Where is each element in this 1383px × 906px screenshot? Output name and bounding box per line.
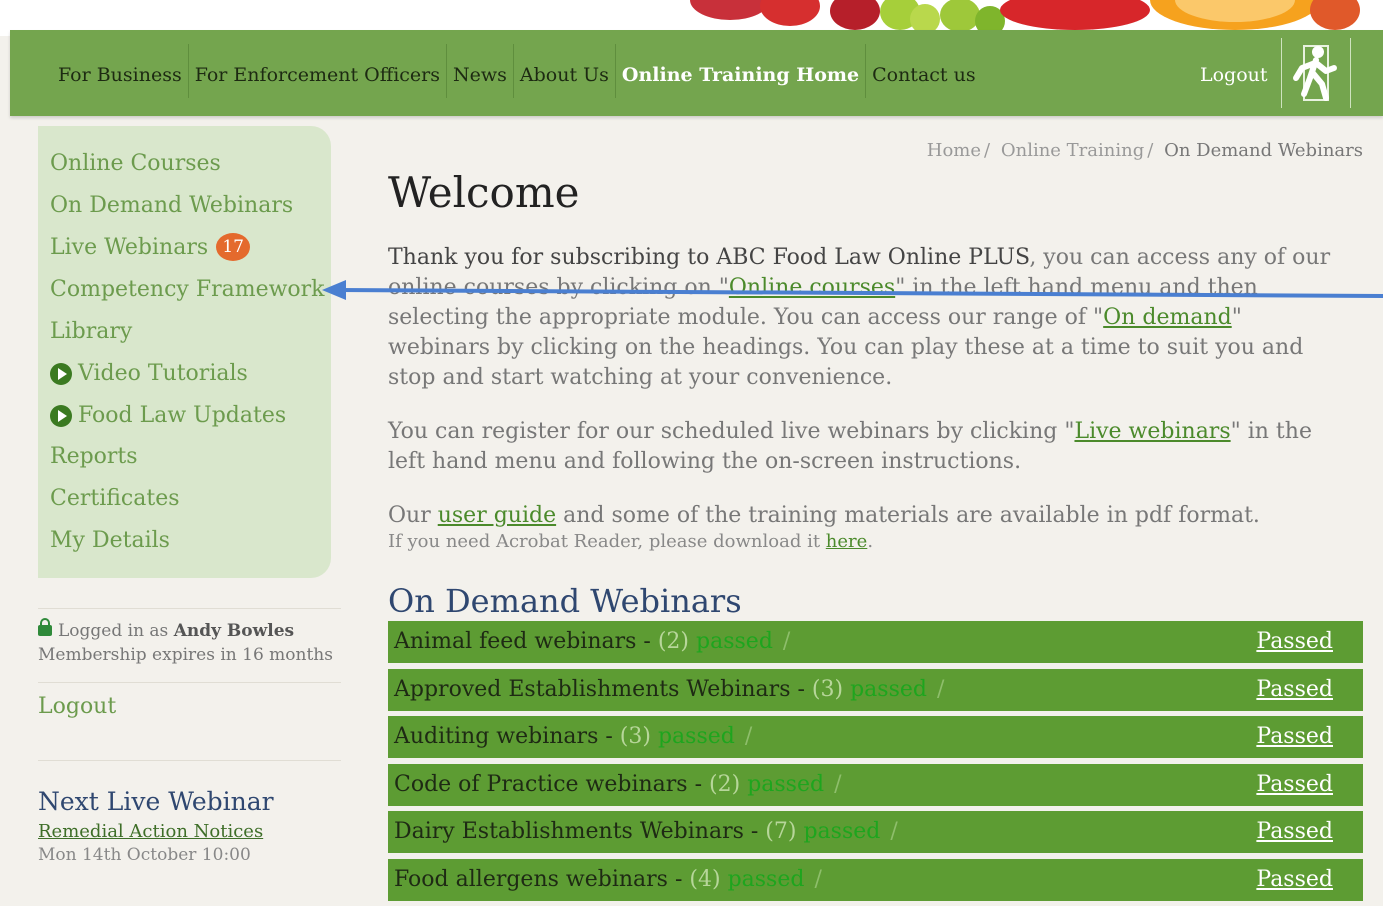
breadcrumb-online-training[interactable]: Online Training: [1001, 140, 1144, 161]
annotation-arrow: [322, 280, 1383, 300]
webinar-row[interactable]: Auditing webinars - (3) passed / Passed: [388, 716, 1363, 758]
sidebar-item-competency-framework[interactable]: Competency Framework: [50, 277, 325, 302]
webinar-name: Dairy Establishments Webinars: [394, 819, 744, 844]
membership-expiry: Membership expires in 16 months: [38, 645, 333, 665]
on-demand-webinars-heading: On Demand Webinars: [388, 582, 742, 620]
intro-paragraph: Thank you for subscribing to ABC Food La…: [388, 243, 1338, 393]
intro-bold: Thank you for subscribing to ABC Food La…: [388, 245, 1030, 270]
webinar-count: (2): [657, 629, 690, 654]
webinar-passed: passed: [727, 866, 805, 892]
acrobat-download-link[interactable]: here: [826, 531, 868, 552]
divider: [38, 682, 341, 683]
divider: [38, 608, 341, 609]
nav-for-enforcement-officers[interactable]: For Enforcement Officers: [189, 44, 448, 98]
sidebar-item-library[interactable]: Library: [50, 319, 132, 344]
sidebar-item-food-law-updates[interactable]: Food Law Updates: [50, 403, 286, 428]
paragraph-text: and some of the training materials are a…: [556, 503, 1260, 528]
sidebar-item-my-details[interactable]: My Details: [50, 528, 170, 553]
webinar-count: (2): [709, 771, 741, 797]
webinar-row[interactable]: Dairy Establishments Webinars - (7) pass…: [388, 811, 1363, 853]
webinar-name: Auditing webinars: [394, 724, 599, 749]
sidebar-item-video-tutorials[interactable]: Video Tutorials: [50, 361, 248, 386]
sidebar-item-label: Online Courses: [50, 151, 221, 176]
logged-in-user: Andy Bowles: [173, 621, 295, 641]
divider: [38, 760, 341, 761]
webinar-passed: passed: [696, 629, 773, 654]
webinar-status-link[interactable]: Passed: [1256, 621, 1333, 663]
login-info: Logged in as Andy Bowles Membership expi…: [38, 618, 333, 667]
breadcrumb-home[interactable]: Home: [927, 140, 981, 161]
next-webinar-link[interactable]: Remedial Action Notices: [38, 821, 263, 842]
sidebar-item-label: Video Tutorials: [78, 361, 248, 386]
breadcrumb: Home / Online Training / On Demand Webinar…: [926, 140, 1363, 161]
play-circle-icon: [50, 362, 72, 385]
page-title: Welcome: [388, 168, 580, 217]
sidebar-item-reports[interactable]: Reports: [50, 444, 138, 469]
on-demand-link[interactable]: On demand: [1103, 305, 1232, 330]
live-webinars-count-badge: 17: [216, 233, 251, 261]
webinar-row[interactable]: Animal feed webinars - (2) passed / Passe…: [388, 621, 1363, 663]
webinar-count: (7): [765, 819, 797, 844]
play-circle-icon: [50, 404, 72, 427]
sidebar-item-live-webinars[interactable]: Live Webinars 17: [50, 233, 251, 261]
webinar-name: Animal feed webinars: [394, 629, 637, 654]
webinar-row[interactable]: Code of Practice webinars - (2) passed / …: [388, 763, 1363, 806]
paragraph-text: Our: [388, 503, 438, 528]
exit-icon[interactable]: [1281, 38, 1351, 108]
nav-menu: For Business For Enforcement Officers Ne…: [55, 44, 982, 98]
user-guide-link[interactable]: user guide: [438, 503, 556, 528]
webinar-passed: passed: [803, 819, 881, 844]
webinar-name: Food allergens webinars: [394, 866, 668, 892]
lock-icon: [38, 618, 52, 636]
sidebar-item-label: Food Law Updates: [78, 403, 287, 428]
nav-for-business[interactable]: For Business: [55, 44, 189, 98]
webinar-count: (4): [689, 866, 721, 892]
next-live-webinar-title: Next Live Webinar: [38, 787, 274, 816]
webinar-name: Approved Establishments Webinars: [394, 676, 791, 702]
webinar-row[interactable]: Approved Establishments Webinars - (3) p…: [388, 668, 1363, 711]
breadcrumb-current: On Demand Webinars: [1164, 140, 1363, 161]
note-text: If you need Acrobat Reader, please downl…: [388, 531, 826, 552]
webinar-count: (3): [619, 724, 651, 749]
webinar-passed: passed: [657, 724, 735, 749]
webinar-status-link[interactable]: Passed: [1256, 859, 1333, 901]
acrobat-note: If you need Acrobat Reader, please downl…: [388, 531, 873, 552]
sidebar-item-label: Live Webinars: [50, 234, 209, 260]
webinar-count: (3): [811, 676, 844, 702]
webinar-passed: passed: [850, 676, 927, 702]
note-text: .: [867, 531, 874, 552]
paragraph-text: You can register for our scheduled live …: [388, 419, 1075, 444]
sidebar-item-label: On Demand Webinars: [50, 193, 294, 218]
webinar-row[interactable]: Food allergens webinars - (4) passed / Pa…: [388, 858, 1363, 901]
webinar-status-link[interactable]: Passed: [1256, 811, 1333, 853]
webinar-name: Code of Practice webinars: [394, 771, 688, 797]
sidebar-item-label: Reports: [50, 444, 138, 469]
sidebar-item-certificates[interactable]: Certificates: [50, 486, 180, 511]
webinar-list: Animal feed webinars - (2) passed / Passe…: [388, 621, 1363, 906]
user-guide-paragraph: Our user guide and some of the training …: [388, 501, 1338, 531]
sidebar-item-label: Library: [50, 319, 133, 344]
webinar-status-link[interactable]: Passed: [1256, 764, 1333, 806]
live-webinars-link[interactable]: Live webinars: [1074, 419, 1230, 444]
nav-online-training-home[interactable]: Online Training Home: [616, 44, 867, 98]
webinar-status-link[interactable]: Passed: [1256, 669, 1333, 711]
sidebar-item-on-demand-webinars[interactable]: On Demand Webinars: [50, 193, 293, 218]
sidebar-item-label: Certificates: [50, 486, 180, 511]
sidebar-menu: Online Courses On Demand Webinars Live W…: [38, 126, 331, 578]
webinar-passed: passed: [747, 771, 825, 797]
sidebar-item-online-courses[interactable]: Online Courses: [50, 151, 221, 176]
live-webinars-paragraph: You can register for our scheduled live …: [388, 417, 1338, 477]
nav-news[interactable]: News: [447, 44, 514, 98]
webinar-status-link[interactable]: Passed: [1256, 716, 1333, 758]
nav-logout-link[interactable]: Logout: [1200, 64, 1268, 86]
sidebar-item-label: My Details: [50, 528, 170, 553]
nav-contact-us[interactable]: Contact us: [866, 44, 981, 98]
sidebar-logout-link[interactable]: Logout: [38, 694, 116, 719]
sidebar-item-label: Competency Framework: [50, 277, 325, 302]
login-prefix: Logged in as: [58, 621, 169, 641]
next-webinar-date: Mon 14th October 10:00: [38, 845, 251, 865]
nav-about-us[interactable]: About Us: [514, 44, 616, 98]
top-navigation: For Business For Enforcement Officers Ne…: [10, 30, 1383, 116]
